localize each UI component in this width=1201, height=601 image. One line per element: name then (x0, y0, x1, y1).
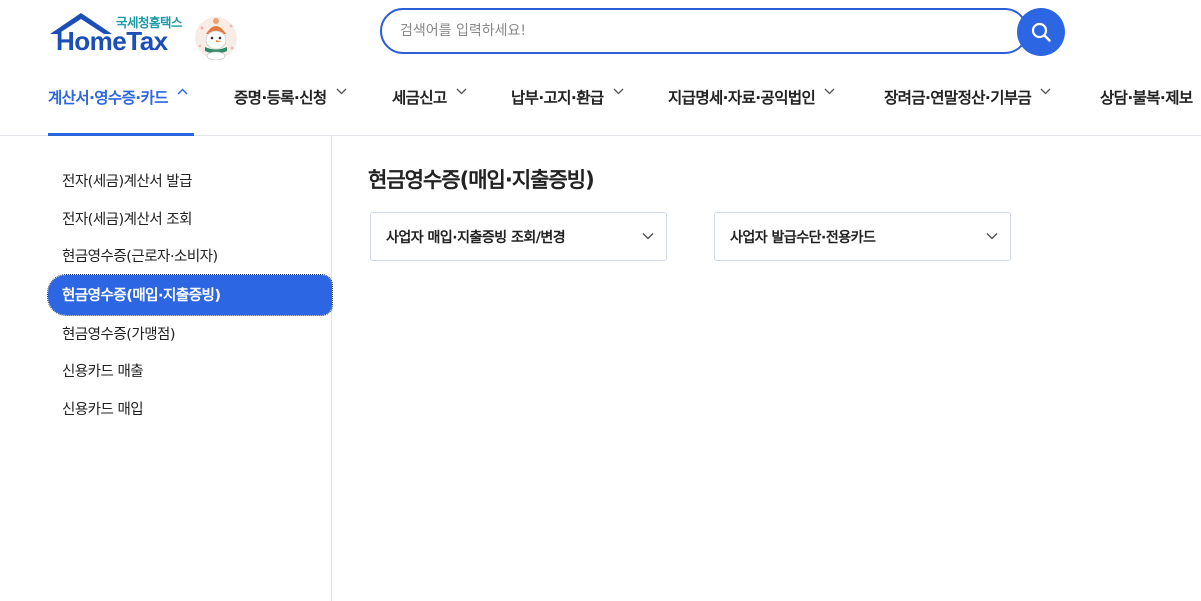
chevron-down-icon (642, 233, 654, 240)
sidebar-item-label: 현금영수증(근로자·소비자) (62, 249, 218, 266)
sidebar-item-issue-invoice[interactable]: 전자(세금)계산서 발급 (48, 162, 332, 200)
chevron-down-icon (456, 88, 467, 95)
gnb-item-certificates[interactable]: 증명·등록·신청 (234, 70, 347, 136)
sidebar-item-cash-receipt-merchant[interactable]: 현금영수증(가맹점) (48, 315, 332, 353)
sidebar-item-label: 신용카드 매입 (62, 401, 144, 418)
chevron-down-icon (824, 88, 835, 95)
gnb-item-receipts-cards[interactable]: 계산서·영수증·카드 (48, 70, 194, 136)
chevron-down-icon (613, 88, 624, 95)
sidebar-item-card-purchases[interactable]: 신용카드 매입 (48, 390, 332, 428)
dropdown-issuing-method[interactable]: 사업자 발급수단·전용카드 (714, 212, 1011, 261)
chevron-down-icon (336, 88, 347, 95)
sidebar: 전자(세금)계산서 발급 전자(세금)계산서 조회 현금영수증(근로자·소비자)… (0, 136, 333, 601)
dropdown-label: 사업자 매입·지출증빙 조회/변경 (386, 229, 566, 246)
snowman-mascot-icon (195, 17, 237, 60)
sidebar-item-view-invoice[interactable]: 전자(세금)계산서 조회 (48, 200, 332, 238)
chevron-down-icon (986, 233, 998, 240)
dropdown-label: 사업자 발급수단·전용카드 (730, 229, 876, 246)
site-header: 국세청홈택스 HomeTax 계산서·영수증·카드 (0, 0, 1201, 136)
sidebar-item-label: 신용카드 매출 (62, 364, 144, 381)
gnb-item-tax-filing[interactable]: 세금신고 (392, 70, 467, 136)
sidebar-menu: 전자(세금)계산서 발급 전자(세금)계산서 조회 현금영수증(근로자·소비자)… (47, 162, 333, 428)
chevron-up-icon (177, 88, 188, 95)
gnb-item-label: 상담·불복·제보 (1100, 89, 1193, 107)
sidebar-item-label: 전자(세금)계산서 조회 (62, 211, 192, 228)
search-button[interactable] (1017, 8, 1065, 56)
gnb-item-label: 세금신고 (392, 89, 447, 107)
gnb-item-label: 장려금·연말정산·기부금 (884, 89, 1032, 107)
gnb-item-label: 지급명세·자료·공익법인 (668, 89, 816, 107)
gnb-item-incentives[interactable]: 장려금·연말정산·기부금 (884, 70, 1051, 136)
sidebar-item-cash-receipt-expense[interactable]: 현금영수증(매입·지출증빙) (47, 273, 333, 316)
sidebar-item-label: 현금영수증(매입·지출증빙) (62, 288, 221, 304)
sidebar-item-cash-receipt-consumer[interactable]: 현금영수증(근로자·소비자) (48, 237, 332, 275)
search-icon (1031, 22, 1051, 42)
chevron-down-icon (1040, 88, 1051, 95)
gnb-item-label: 계산서·영수증·카드 (48, 89, 168, 107)
sidebar-item-card-sales[interactable]: 신용카드 매출 (48, 352, 332, 390)
sidebar-item-label: 현금영수증(가맹점) (62, 326, 176, 343)
gnb-item-statements[interactable]: 지급명세·자료·공익법인 (668, 70, 835, 136)
hometax-logo[interactable]: 국세청홈택스 HomeTax (46, 8, 242, 60)
search-input[interactable] (400, 10, 1000, 52)
logo-wordmark: HomeTax (56, 26, 168, 56)
main-navigation: 계산서·영수증·카드 증명·등록·신청 세금신고 납부·고지·환급 지급명세·자… (0, 70, 1201, 136)
gnb-item-label: 납부·고지·환급 (511, 89, 604, 107)
search-box (380, 8, 1028, 54)
gnb-item-payment[interactable]: 납부·고지·환급 (511, 70, 624, 136)
gnb-item-consulting[interactable]: 상담·불복·제보 (1100, 70, 1193, 136)
gnb-item-label: 증명·등록·신청 (234, 89, 327, 107)
dropdown-expense-inquiry[interactable]: 사업자 매입·지출증빙 조회/변경 (370, 212, 667, 261)
main-content: 현금영수증(매입·지출증빙) 사업자 매입·지출증빙 조회/변경 사업자 발급수… (332, 136, 1201, 601)
page-title: 현금영수증(매입·지출증빙) (368, 168, 595, 192)
sidebar-item-label: 전자(세금)계산서 발급 (62, 174, 192, 191)
